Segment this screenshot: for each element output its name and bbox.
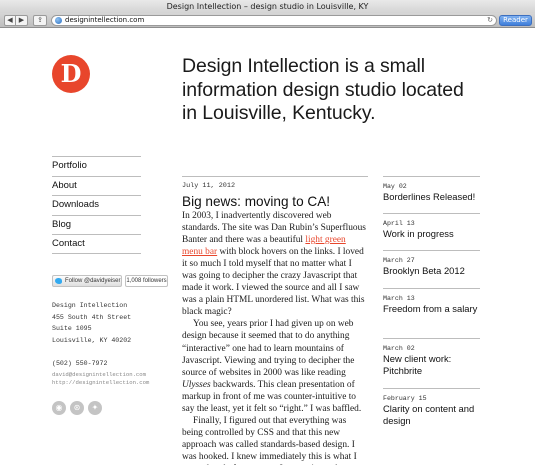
nav-item-portfolio[interactable]: Portfolio (52, 156, 141, 176)
recent-post-item[interactable]: May 02 Borderlines Released! (383, 176, 480, 213)
recent-post-title[interactable]: Freedom from a salary (383, 303, 480, 315)
twitter-bird-icon (55, 278, 62, 284)
reload-icon[interactable]: ↻ (487, 16, 493, 25)
street-line: 455 South 4th Street (52, 313, 132, 321)
globe-icon (55, 17, 62, 24)
paragraph-text: You see, years prior I had given up on w… (182, 319, 355, 378)
post-paragraph: You see, years prior I had given up on w… (182, 318, 368, 414)
recent-post-item[interactable]: March 27 Brooklyn Beta 2012 (383, 250, 480, 288)
studio-name: Design Intellection (52, 302, 128, 309)
window-title: Design Intellection – design studio in L… (0, 0, 535, 13)
suite-line: Suite 1095 (52, 325, 92, 333)
browser-toolbar: ◀ ▶ ⇪ designintellection.com ↻ Reader (0, 13, 535, 28)
recent-posts: May 02 Borderlines Released! April 13 Wo… (383, 176, 480, 438)
nav-item-about[interactable]: About (52, 175, 141, 196)
recent-post-title[interactable]: Work in progress (383, 228, 480, 240)
recent-post-date: February 15 (383, 395, 427, 402)
recent-post-item[interactable]: April 13 Work in progress (383, 213, 480, 250)
recent-post-item[interactable]: February 15 Clarity on content and desig… (383, 388, 480, 438)
main-nav: Portfolio About Downloads Blog Contact (52, 156, 141, 254)
recent-post-date: May 02 (383, 183, 407, 190)
nav-item-blog[interactable]: Blog (52, 214, 141, 235)
post-date: July 11, 2012 (182, 176, 368, 191)
recent-post-date: March 13 (383, 295, 415, 302)
recent-post-date: April 13 (383, 220, 415, 227)
recent-post-title[interactable]: Clarity on content and design (383, 403, 480, 426)
website-link[interactable]: http://designintellection.com (52, 379, 149, 387)
nav-item-downloads[interactable]: Downloads (52, 195, 141, 215)
post-paragraph: In 2003, I inadvertently discovered web … (182, 210, 368, 318)
recent-post-title[interactable]: New client work: Pitchbrite (383, 353, 480, 376)
post-body: In 2003, I inadvertently discovered web … (182, 210, 368, 465)
email-link[interactable]: david@designintellection.com (52, 371, 149, 379)
twitter-follow-button[interactable]: Follow @davidyeiser (52, 275, 122, 287)
emphasis-text: Ulysses (182, 379, 211, 390)
post-title[interactable]: Big news: moving to CA! (182, 193, 368, 210)
city-line: Louisville, KY 40202 (52, 336, 132, 344)
recent-post-title[interactable]: Brooklyn Beta 2012 (383, 265, 480, 277)
studio-address: Design Intellection 455 South 4th Street… (52, 300, 172, 346)
paragraph-text: with block hovers on the links. I loved … (182, 247, 365, 318)
recent-post-item[interactable]: March 13 Freedom from a salary (383, 288, 480, 338)
recent-post-date: March 02 (383, 345, 415, 352)
site-logo[interactable]: D (52, 55, 90, 93)
share-icon[interactable]: ⇪ (33, 15, 47, 26)
address-bar[interactable]: designintellection.com ↻ (51, 15, 497, 26)
recent-post-date: March 27 (383, 257, 415, 264)
twitter-follow-label: Follow @davidyeiser (65, 278, 121, 284)
follower-count[interactable]: 1,008 followers (125, 275, 168, 287)
twitter-icon[interactable]: ✦ (88, 401, 102, 415)
recent-post-item[interactable]: March 02 New client work: Pitchbrite (383, 338, 480, 388)
url-text: designintellection.com (65, 16, 145, 24)
back-button[interactable]: ◀ (4, 15, 16, 26)
phone-number: (502) 550-7972 (52, 360, 108, 367)
nav-item-contact[interactable]: Contact (52, 234, 141, 254)
rss-icon[interactable]: ◉ (52, 401, 66, 415)
site-headline: Design Intellection is a small informati… (182, 55, 464, 124)
post-paragraph: Finally, I figured out that everything w… (182, 415, 357, 465)
reader-button[interactable]: Reader (499, 15, 532, 26)
blog-post: July 11, 2012 Big news: moving to CA! In… (182, 176, 368, 465)
forward-button[interactable]: ▶ (16, 15, 28, 26)
contact-links: david@designintellection.com http://desi… (52, 371, 149, 387)
recent-post-title[interactable]: Borderlines Released! (383, 191, 480, 203)
dribbble-icon[interactable]: ⊛ (70, 401, 84, 415)
